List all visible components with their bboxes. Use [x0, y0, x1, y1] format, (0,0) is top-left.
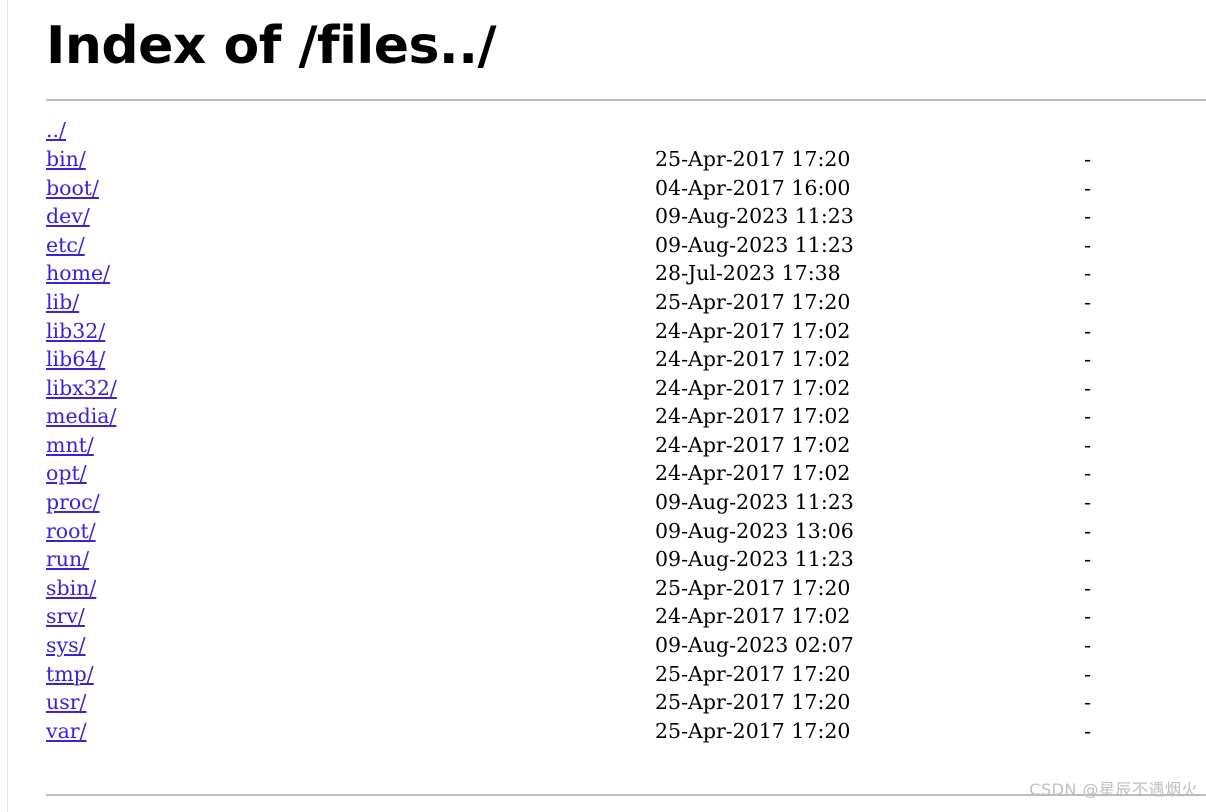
- listing-row: sys/09-Aug-2023 02:07-: [46, 631, 1206, 660]
- listing-row: sbin/25-Apr-2017 17:20-: [46, 574, 1206, 603]
- listing-row: opt/24-Apr-2017 17:02-: [46, 459, 1206, 488]
- listing-row-size: -: [1084, 347, 1091, 372]
- listing-row: tmp/25-Apr-2017 17:20-: [46, 660, 1206, 689]
- listing-row: libx32/24-Apr-2017 17:02-: [46, 374, 1206, 403]
- listing-row: etc/09-Aug-2023 11:23-: [46, 231, 1206, 260]
- listing-row: dev/09-Aug-2023 11:23-: [46, 202, 1206, 231]
- left-edge-border: [7, 0, 8, 812]
- listing-row: media/24-Apr-2017 17:02-: [46, 402, 1206, 431]
- parent-directory-link[interactable]: ../: [46, 118, 66, 142]
- listing-row: mnt/24-Apr-2017 17:02-: [46, 431, 1206, 460]
- listing-row: usr/25-Apr-2017 17:20-: [46, 688, 1206, 717]
- listing-row: proc/09-Aug-2023 11:23-: [46, 488, 1206, 517]
- listing-row-size: -: [1084, 232, 1091, 257]
- listing-row-size: -: [1084, 318, 1091, 343]
- listing-row-size: -: [1084, 261, 1091, 286]
- directory-index-page: Index of /files../ ../ bin/25-Apr-2017 17…: [46, 0, 1206, 745]
- listing-row-size: -: [1084, 518, 1091, 543]
- csdn-watermark: CSDN @星辰不遇烟火: [1029, 780, 1198, 799]
- listing-row-name: ../: [46, 116, 66, 145]
- listing-row: lib/25-Apr-2017 17:20-: [46, 288, 1206, 317]
- page-title: Index of /files../: [46, 16, 496, 76]
- listing-row-size: -: [1084, 175, 1091, 200]
- listing-row: lib32/24-Apr-2017 17:02-: [46, 317, 1206, 346]
- listing-row: srv/24-Apr-2017 17:02-: [46, 602, 1206, 631]
- listing-row-size: -: [1084, 461, 1091, 486]
- listing-row: var/25-Apr-2017 17:20-: [46, 717, 1206, 746]
- listing-row-size: -: [1084, 718, 1091, 743]
- listing-row-size: -: [1084, 404, 1091, 429]
- listing-row: run/09-Aug-2023 11:23-: [46, 545, 1206, 574]
- listing-row-size: -: [1084, 490, 1091, 515]
- listing-row-size: -: [1084, 604, 1091, 629]
- listing-row: root/09-Aug-2023 13:06-: [46, 517, 1206, 546]
- listing-row-size: -: [1084, 661, 1091, 686]
- listing-row-size: -: [1084, 375, 1091, 400]
- file-listing: ../ bin/25-Apr-2017 17:20- boot/04-Apr-201…: [46, 116, 1206, 745]
- listing-row-size: -: [1084, 690, 1091, 715]
- listing-row-size: -: [1084, 633, 1091, 658]
- listing-row-size: -: [1084, 432, 1091, 457]
- listing-row: bin/25-Apr-2017 17:20-: [46, 145, 1206, 174]
- header-divider: [46, 99, 1206, 102]
- listing-row: lib64/24-Apr-2017 17:02-: [46, 345, 1206, 374]
- listing-row-size: -: [1084, 146, 1091, 171]
- listing-row: home/28-Jul-2023 17:38-: [46, 259, 1206, 288]
- listing-row-size: -: [1084, 289, 1091, 314]
- listing-row: ../: [46, 116, 1206, 145]
- listing-row-size: -: [1084, 575, 1091, 600]
- listing-row-size: -: [1084, 204, 1091, 229]
- listing-row: boot/04-Apr-2017 16:00-: [46, 174, 1206, 203]
- listing-row-size: -: [1084, 547, 1091, 572]
- file-listing-pre: ../ bin/25-Apr-2017 17:20- boot/04-Apr-201…: [46, 116, 1206, 745]
